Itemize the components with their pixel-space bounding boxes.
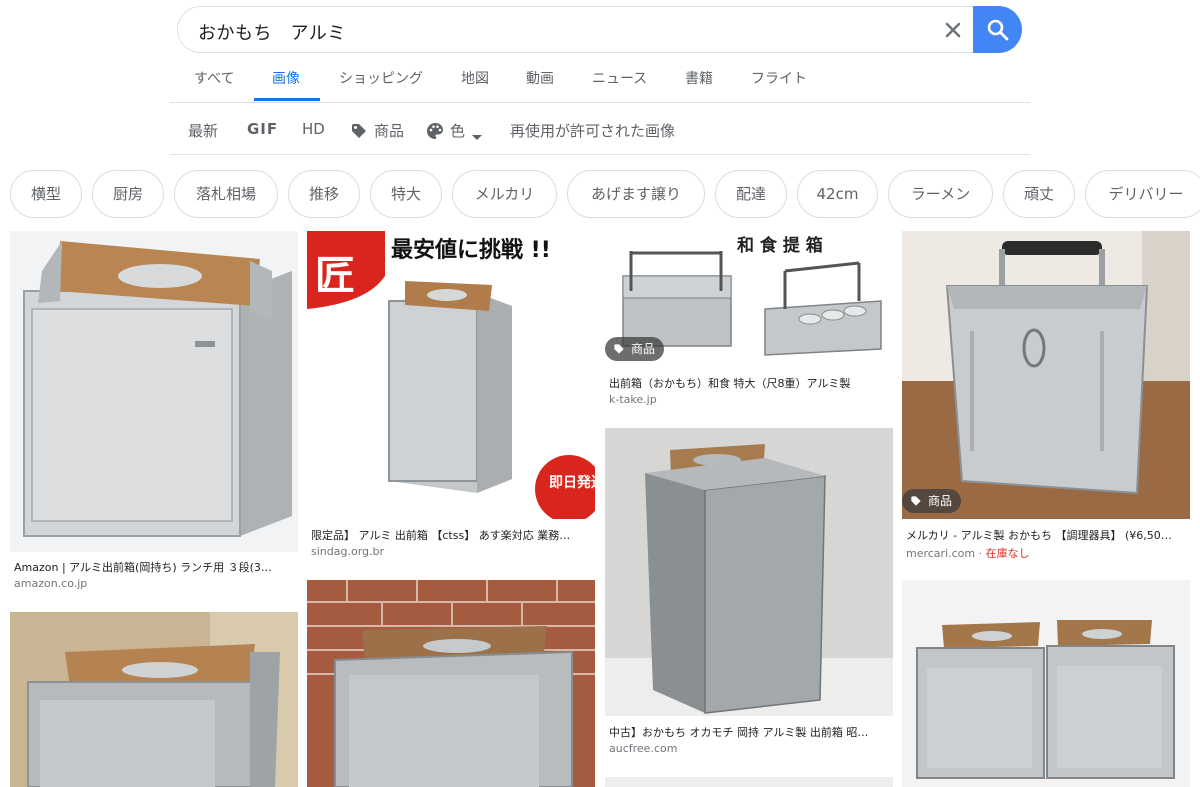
chip-chubo[interactable]: 厨房 [92,170,164,218]
tool-hd[interactable]: HD [302,120,325,138]
tag-icon [911,496,921,506]
tag-icon [350,122,368,144]
search-icon [987,19,1009,41]
chip-ganjo[interactable]: 頑丈 [1003,170,1075,218]
chip-haitatsu[interactable]: 配達 [715,170,787,218]
out-of-stock-label: 在庫なし [985,547,1030,560]
chip-mercari[interactable]: メルカリ [452,170,557,218]
result-image[interactable]: 商品 [902,231,1190,519]
result-source[interactable]: k-take.jp [609,393,657,406]
chip-yokogata[interactable]: 横型 [10,170,82,218]
search-button[interactable] [973,6,1022,53]
result-image[interactable] [10,612,298,787]
promo-overlay-text: 最安値に挑戦 !! [391,237,551,263]
search-input[interactable]: おかもち アルミ [198,19,346,45]
result-image[interactable] [605,777,893,787]
chip-tokudai[interactable]: 特大 [370,170,442,218]
result-image[interactable] [307,580,595,787]
result-source[interactable]: aucfree.com [609,742,677,755]
product-badge: 商品 [605,337,665,361]
chip-agemasu[interactable]: あげます譲り [567,170,705,218]
result-image[interactable] [902,580,1190,787]
seal-text: 匠 [315,252,355,299]
clear-icon[interactable] [940,17,966,43]
result-title[interactable]: 出前箱（おかもち）和食 特大（尺8重）アルミ製 [609,375,889,391]
badge-label: 商品 [631,342,656,356]
tab-news[interactable]: ニュース [592,68,647,88]
chip-suii[interactable]: 推移 [288,170,360,218]
tab-flights[interactable]: フライト [751,68,807,88]
tab-images[interactable]: 画像 [272,68,300,88]
chip-delivery[interactable]: デリバリー [1085,170,1200,218]
tab-all[interactable]: すべて [194,68,234,88]
search-box[interactable]: おかもち アルミ [177,6,1022,53]
active-tab-indicator [254,98,320,101]
result-image[interactable]: 匠 最安値に挑戦 !! 即日発送 [307,231,595,519]
tab-shopping[interactable]: ショッピング [339,68,423,88]
tool-gif[interactable]: GIF [247,120,278,138]
tool-color[interactable]: 色 [450,120,465,141]
image-caption-text: 和 食 提 箱 [737,235,823,256]
result-source[interactable]: sindag.org.br [311,545,384,558]
result-image[interactable]: 和 食 提 箱 商品 [605,231,893,367]
tab-videos[interactable]: 動画 [526,68,554,88]
result-image[interactable] [10,231,298,552]
image-tools: 最新 GIF HD 商品 色 再使用が許可された画像 [170,104,1030,155]
product-badge: 商品 [902,489,962,513]
result-image[interactable] [605,428,893,716]
same-day-shipping-text: 即日発送 [549,474,595,491]
result-title[interactable]: メルカリ - アルミ製 おかもち 【調理器具】 (¥6,50… [906,527,1190,543]
tab-books[interactable]: 書籍 [685,68,713,88]
dropdown-arrow-icon[interactable] [471,127,483,146]
result-source[interactable]: amazon.co.jp [14,577,87,590]
chip-ramen[interactable]: ラーメン [888,170,993,218]
result-source[interactable]: mercari.com · 在庫なし [906,545,1030,561]
result-source-domain: mercari.com [906,547,976,560]
tab-maps[interactable]: 地図 [461,68,489,88]
tool-license[interactable]: 再使用が許可された画像 [510,120,675,141]
tool-newest[interactable]: 最新 [188,120,218,141]
result-title[interactable]: 中古】おかもち オカモチ 岡持 アルミ製 出前箱 昭… [609,724,889,740]
result-title[interactable]: Amazon | アルミ出前箱(岡持ち) ランチ用 ３段(3… [14,559,294,575]
chip-42cm[interactable]: 42cm [797,170,878,218]
search-tabs: すべて 画像 ショッピング 地図 動画 ニュース 書籍 フライト [170,58,1030,103]
chip-rakusatsu[interactable]: 落札相場 [174,170,278,218]
tag-icon [614,344,624,354]
palette-icon [426,122,444,144]
tool-product[interactable]: 商品 [374,120,404,141]
badge-label: 商品 [928,494,953,508]
result-title[interactable]: 限定品】 アルミ 出前箱 【ctss】 あす楽対応 業務… [311,527,591,543]
